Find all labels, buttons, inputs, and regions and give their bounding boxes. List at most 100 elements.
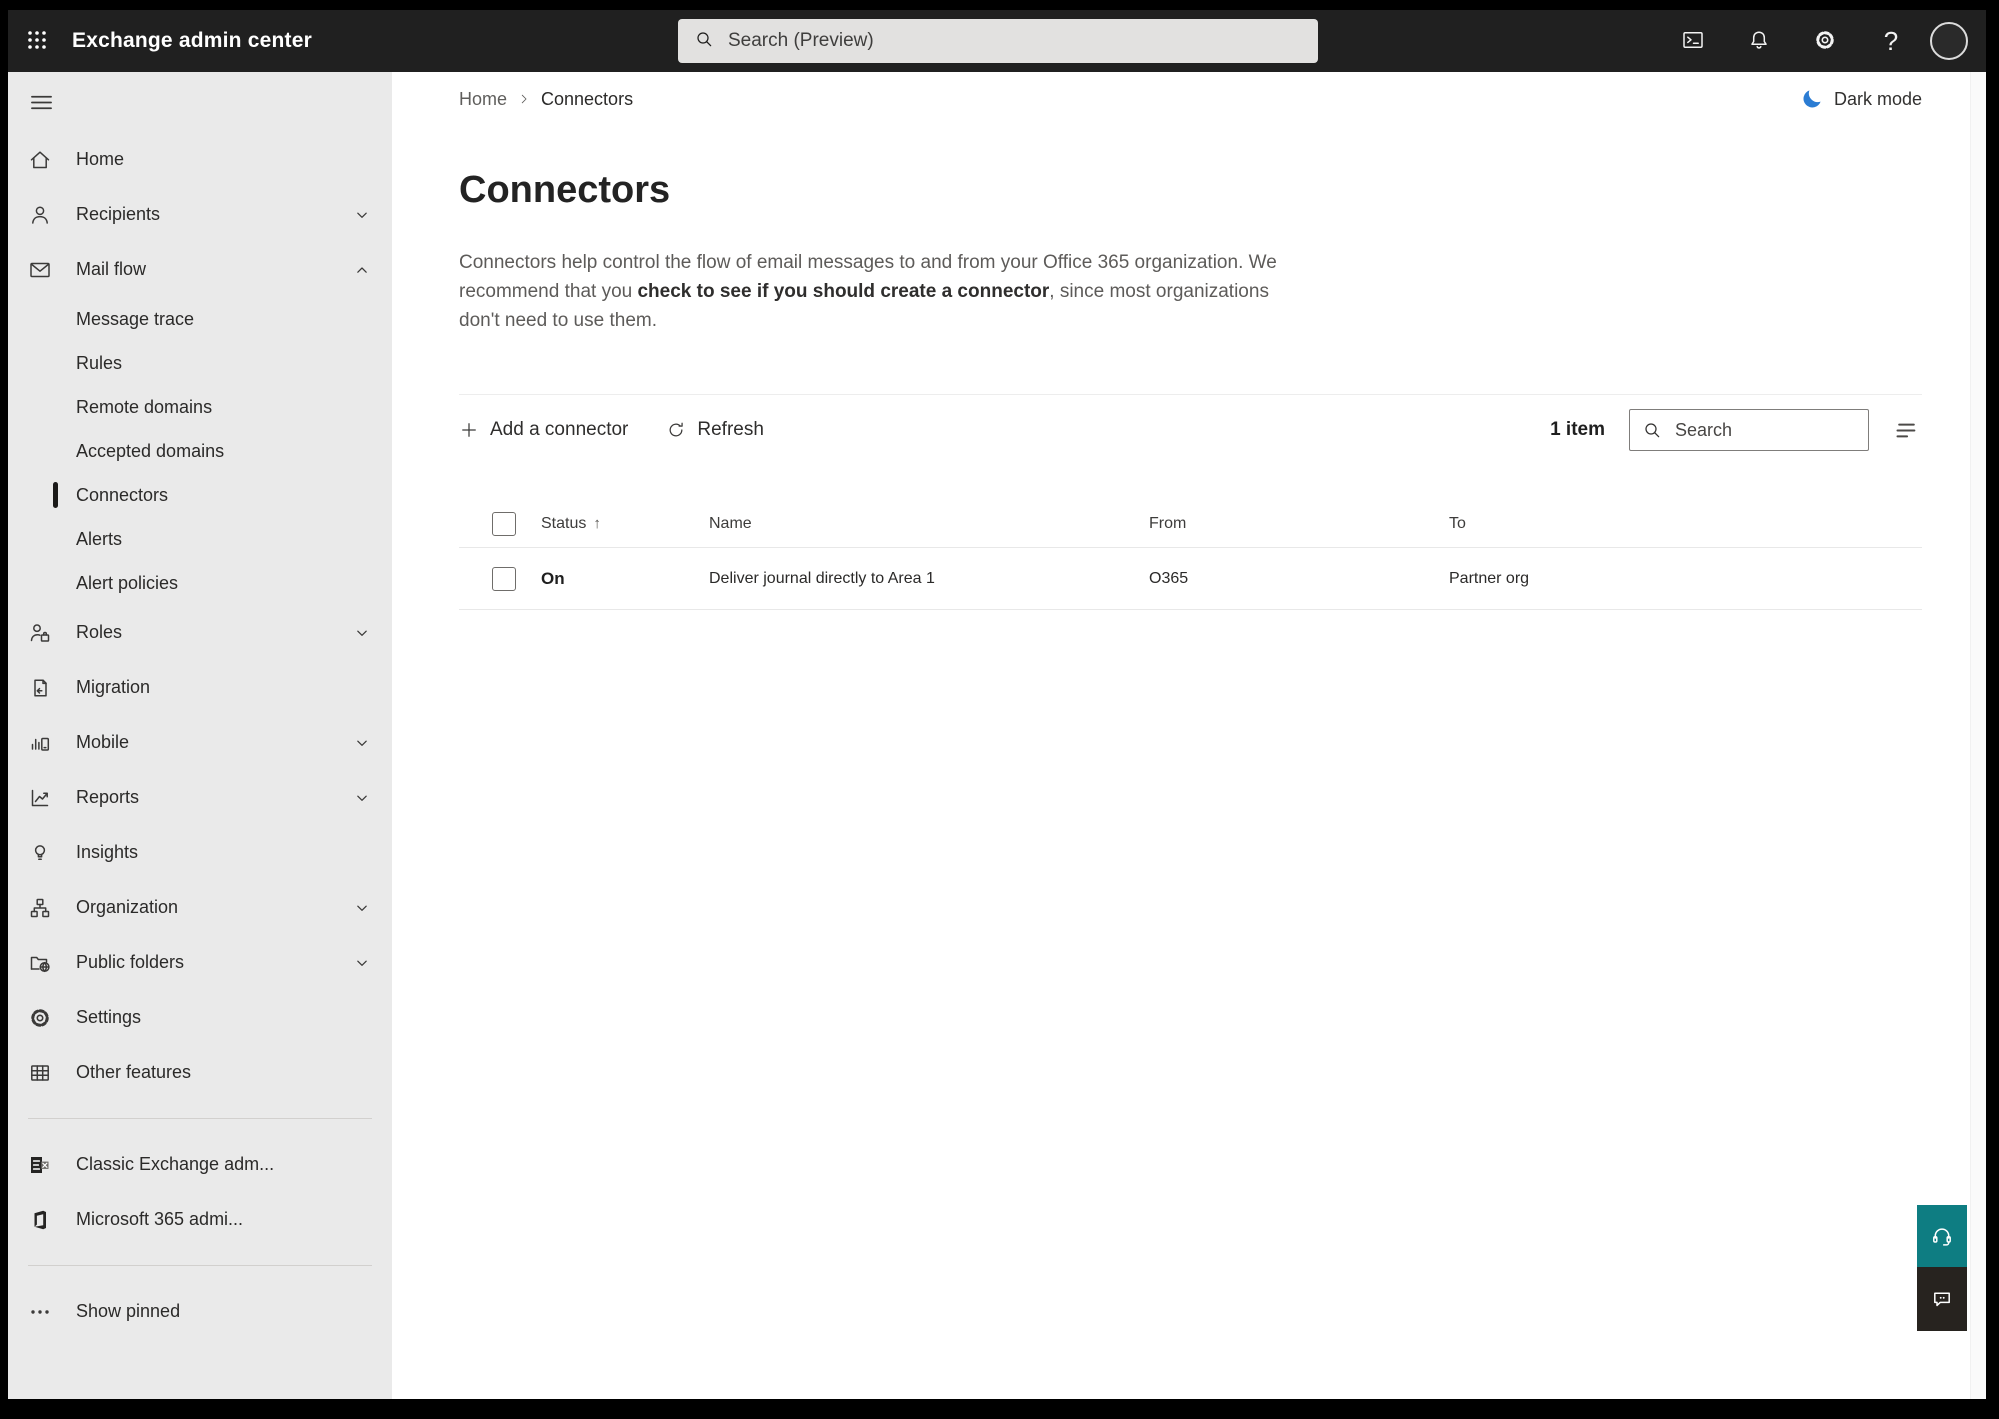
waffle-icon [25,28,49,55]
sidebar-item-label: Other features [76,1062,192,1082]
sidebar-item-rules[interactable]: Rules [8,341,392,385]
sidebar-item-label: Migration [76,677,151,697]
sidebar-item-organization[interactable]: Organization [8,880,392,935]
filter-button[interactable] [1891,415,1922,446]
sidebar-item-label: Microsoft 365 admi... [76,1209,244,1229]
mobile-icon [28,731,76,755]
collapse-nav-button[interactable] [8,82,392,126]
column-header-from[interactable]: From [1139,515,1439,533]
help-button[interactable]: ? [1858,10,1924,72]
refresh-button[interactable]: Refresh [666,419,764,441]
sidebar-item-connectors[interactable]: Connectors [8,473,392,517]
notifications-button[interactable] [1726,10,1792,72]
add-connector-button[interactable]: Add a connector [459,419,628,441]
chevron-up-icon [352,260,372,280]
sidebar-item-settings[interactable]: Settings [8,990,392,1045]
description-link[interactable]: check to see if you should create a conn… [637,281,1049,302]
sidebar-item-remote-domains[interactable]: Remote domains [8,385,392,429]
topbar-actions: ? [1660,10,1980,72]
exchange-logo-icon [28,1153,76,1177]
sidebar-item-reports[interactable]: Reports [8,770,392,825]
sidebar-item-message-trace[interactable]: Message trace [8,297,392,341]
sidebar-item-label: Public folders [76,952,185,972]
shell: Home Recipients Mail flow Message trace … [8,72,1986,1399]
app-launcher-button[interactable] [8,10,66,72]
bell-icon [1747,28,1771,55]
sidebar-divider [28,1118,372,1119]
scrollbar[interactable] [1970,72,1986,1399]
app-window: Exchange admin center ? [8,10,1986,1399]
help-icon: ? [1883,26,1899,56]
refresh-icon [666,420,686,440]
cell-to: Partner org [1449,569,1530,587]
column-header-to[interactable]: To [1439,515,1922,533]
sidebar-item-label: Mail flow [76,259,147,279]
sidebar-item-recipients[interactable]: Recipients [8,187,392,242]
hamburger-icon [30,91,53,117]
cell-from: O365 [1149,569,1189,587]
sidebar-item-accepted-domains[interactable]: Accepted domains [8,429,392,473]
chevron-down-icon [352,898,372,918]
sidebar-item-mobile[interactable]: Mobile [8,715,392,770]
add-connector-label: Add a connector [490,419,629,440]
floating-buttons [1917,1205,1967,1331]
sidebar-item-public-folders[interactable]: Public folders [8,935,392,990]
sidebar-item-home[interactable]: Home [8,132,392,187]
mail-icon [28,258,76,282]
feedback-button[interactable] [1917,1267,1967,1331]
more-icon [28,1300,76,1324]
sidebar-item-mail-flow[interactable]: Mail flow [8,242,392,297]
account-avatar[interactable] [1930,22,1968,60]
chevron-down-icon [352,623,372,643]
headset-icon [1930,1224,1954,1248]
dark-mode-toggle[interactable]: Dark mode [1800,87,1922,111]
content-divider [459,394,1922,395]
support-button[interactable] [1917,1205,1967,1267]
settings-button[interactable] [1792,10,1858,72]
select-all-checkbox[interactable] [492,511,516,536]
global-search-box[interactable] [678,19,1318,63]
row-checkbox[interactable] [492,566,516,591]
column-header-status[interactable]: Status ↑ [531,515,699,533]
home-icon [28,148,76,172]
cell-name[interactable]: Deliver journal directly to Area 1 [699,570,1139,588]
sidebar-item-migration[interactable]: Migration [8,660,392,715]
chat-icon [1930,1287,1954,1311]
terminal-icon [1681,28,1705,55]
sidebar-item-label: Show pinned [76,1301,181,1321]
list-search-box[interactable] [1629,409,1869,451]
sidebar-item-label: Alert policies [76,572,179,593]
list-search-input[interactable] [1673,418,1856,442]
moon-icon [1800,87,1824,111]
migration-icon [28,676,76,700]
sidebar-item-alert-policies[interactable]: Alert policies [8,561,392,605]
plus-icon [459,420,479,440]
topbar: Exchange admin center ? [8,10,1986,72]
sidebar-item-roles[interactable]: Roles [8,605,392,660]
table-row[interactable]: On Deliver journal directly to Area 1 O3… [459,548,1922,610]
chevron-down-icon [352,733,372,753]
org-chart-icon [28,896,76,920]
column-header-name[interactable]: Name [699,515,1139,533]
global-search-input[interactable] [726,29,1302,53]
items-count: 1 item [1550,419,1605,440]
sidebar-item-label: Message trace [76,308,195,329]
powershell-button[interactable] [1660,10,1726,72]
sidebar-item-label: Classic Exchange adm... [76,1154,275,1174]
sidebar-item-other-features[interactable]: Other features [8,1045,392,1100]
sidebar-item-insights[interactable]: Insights [8,825,392,880]
sidebar-item-alerts[interactable]: Alerts [8,517,392,561]
sidebar-item-show-pinned[interactable]: Show pinned [8,1284,392,1339]
sidebar-item-label: Recipients [76,204,161,224]
app-title: Exchange admin center [72,29,312,52]
sidebar-item-label: Home [76,149,125,169]
breadcrumb-home[interactable]: Home [459,89,507,110]
connectors-table: Status ↑ Name From To On Deliver journal… [459,500,1922,610]
sidebar-item-microsoft-365-admin[interactable]: Microsoft 365 admi... [8,1192,392,1247]
line-chart-icon [28,786,76,810]
sidebar-item-label: Rules [76,352,123,373]
sidebar-item-classic-exchange[interactable]: Classic Exchange adm... [8,1137,392,1192]
table-grid-icon [28,1061,76,1085]
chevron-down-icon [352,953,372,973]
office-logo-icon [28,1208,76,1232]
